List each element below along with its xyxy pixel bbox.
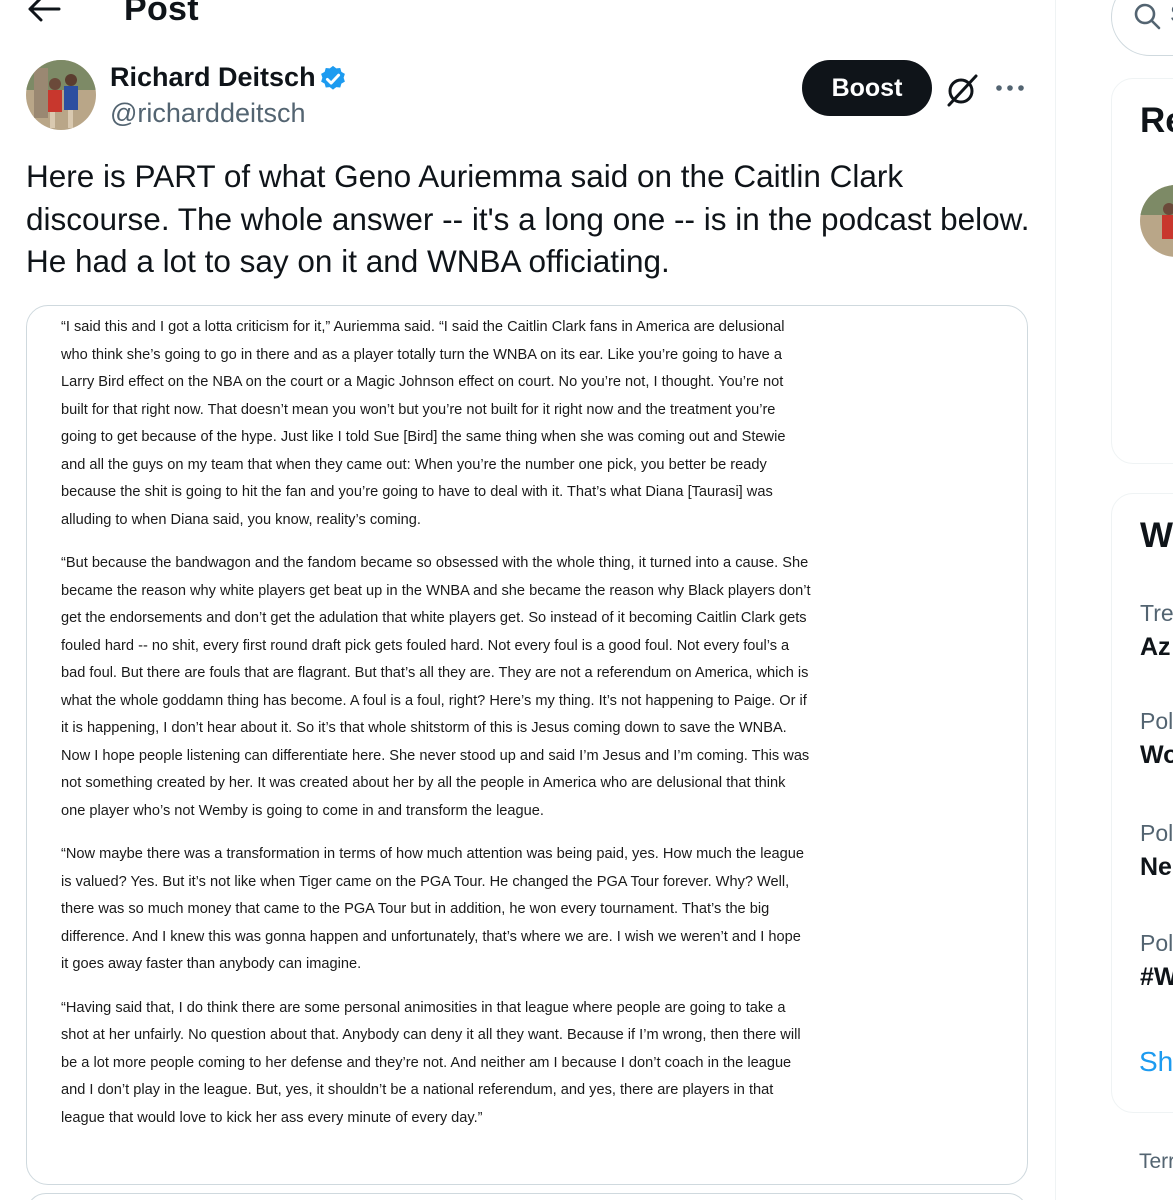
- trend-meta: Pol: [1140, 930, 1173, 956]
- post-text: Here is PART of what Geno Auriemma said …: [26, 158, 1030, 279]
- show-more-link[interactable]: Sh: [1139, 1046, 1173, 1078]
- quote-paragraph: “But because the bandwagon and the fando…: [61, 555, 811, 819]
- post-author: Richard Deitsch @richarddeitsch Boost: [26, 60, 1036, 132]
- trend-meta: Pol: [1140, 820, 1173, 846]
- whats-happening-card: W Tre Az Pol Wo Pol Ne Pol #W: [1111, 493, 1173, 1113]
- trend-item[interactable]: Pol Ne: [1140, 820, 1173, 882]
- trend-item[interactable]: Pol #W: [1140, 930, 1173, 992]
- card-title: Re: [1140, 101, 1173, 140]
- more-icon[interactable]: [994, 74, 1026, 102]
- trend-name: #W: [1140, 963, 1173, 991]
- page-title: Post: [124, 0, 199, 28]
- search-icon: [1134, 3, 1161, 30]
- avatar[interactable]: [1140, 185, 1173, 257]
- trend-name: Az: [1140, 633, 1171, 661]
- card-title: W: [1140, 516, 1173, 555]
- avatar[interactable]: [26, 60, 96, 130]
- search-input[interactable]: S: [1111, 0, 1173, 56]
- quote-paragraph: “Now maybe there was a transformation in…: [61, 846, 805, 972]
- grok-icon[interactable]: [944, 72, 980, 108]
- main-column: Post Richard Deitsch @richarddeitsch Boo…: [0, 0, 1056, 1200]
- trend-meta: Tre: [1140, 600, 1173, 626]
- arrow-left-icon: [28, 0, 61, 22]
- quote-paragraph: “Having said that, I do think there are …: [61, 999, 801, 1126]
- footer-terms-link[interactable]: Terr: [1139, 1150, 1173, 1174]
- post-image-card[interactable]: “I said this and I got a lotta criticism…: [26, 305, 1028, 1185]
- trend-item[interactable]: Pol Wo: [1140, 708, 1173, 770]
- relevant-people-card: Re: [1111, 78, 1173, 464]
- display-name[interactable]: Richard Deitsch: [110, 62, 316, 93]
- next-card[interactable]: [26, 1193, 1028, 1200]
- quoted-article-text: “I said this and I got a lotta criticism…: [61, 314, 811, 1148]
- verified-badge-icon: [321, 65, 345, 90]
- back-button[interactable]: [26, 0, 66, 28]
- trend-item[interactable]: Tre Az: [1140, 600, 1173, 662]
- handle[interactable]: @richarddeitsch: [110, 98, 306, 129]
- trend-name: Ne: [1140, 853, 1172, 881]
- quote-paragraph: “I said this and I got a lotta criticism…: [61, 319, 786, 528]
- trend-name: Wo: [1140, 741, 1173, 769]
- trend-meta: Pol: [1140, 708, 1173, 734]
- top-bar: Post: [0, 0, 1055, 38]
- boost-button[interactable]: Boost: [802, 60, 932, 116]
